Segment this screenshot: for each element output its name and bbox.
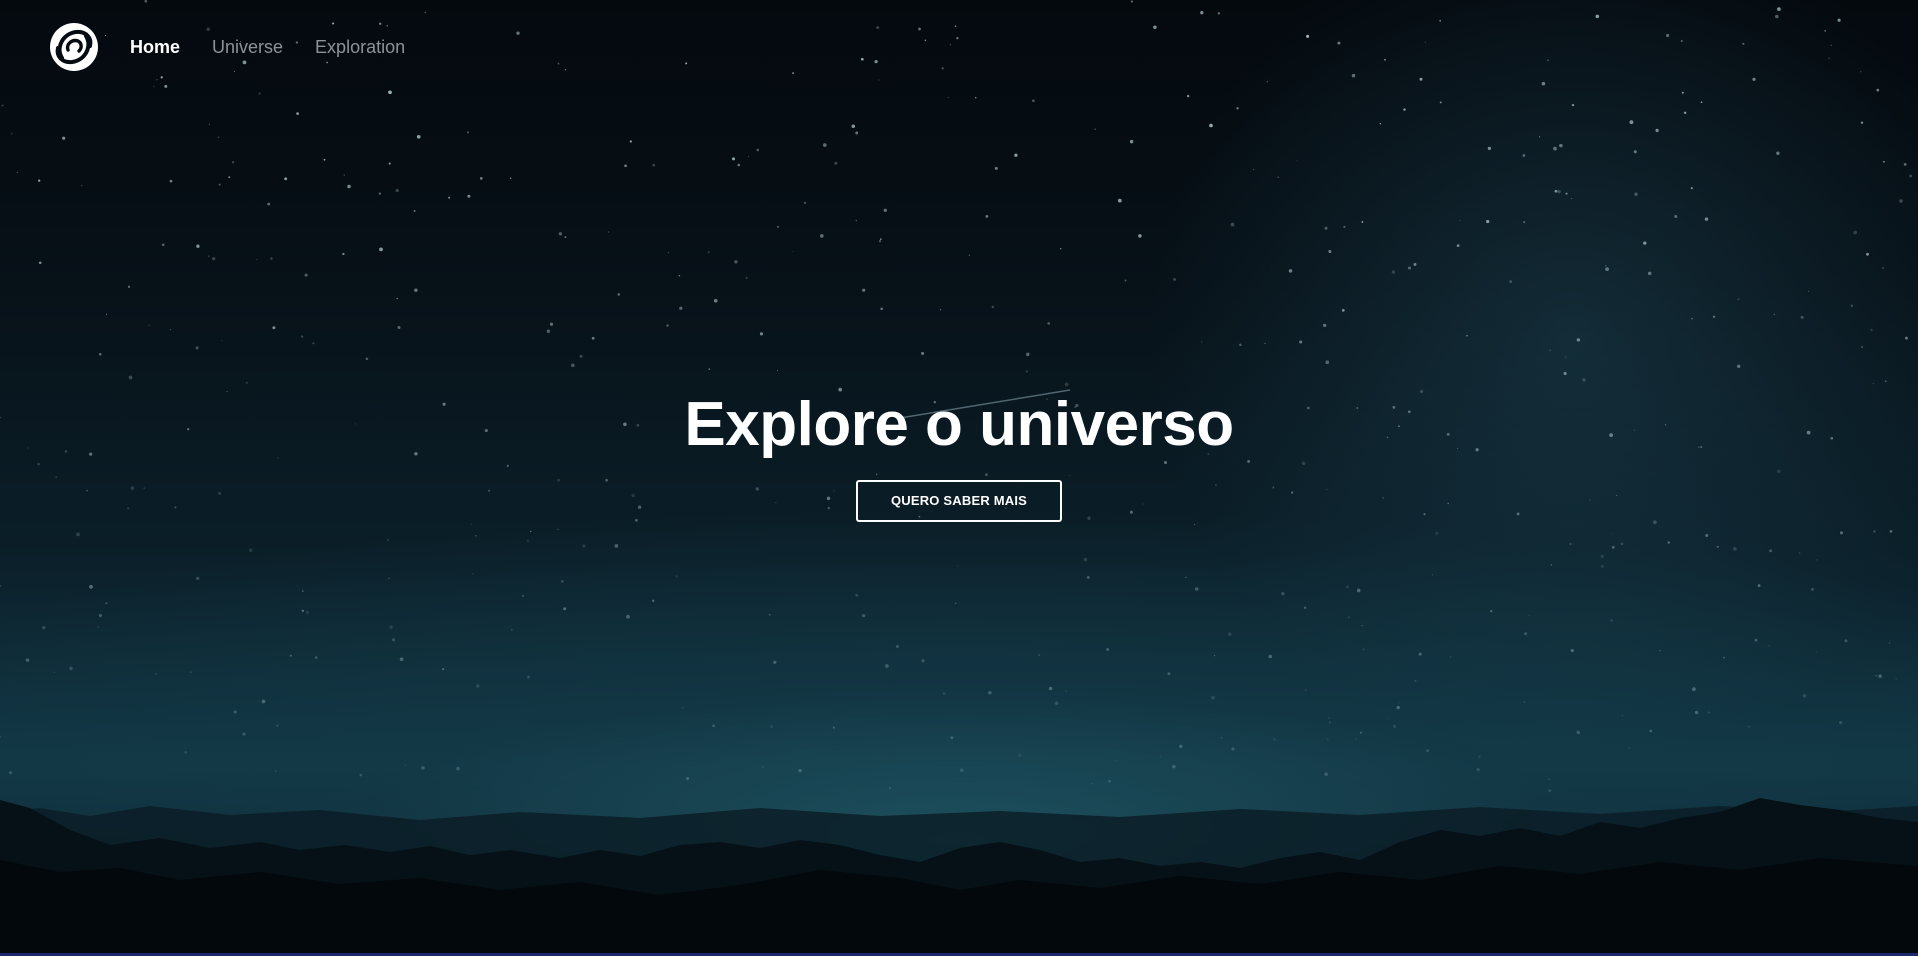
learn-more-button[interactable]: QUERO SABER MAIS — [856, 480, 1062, 522]
nav-link-exploration[interactable]: Exploration — [315, 37, 405, 58]
hero-page: Home Universe Exploration Explore o univ… — [0, 0, 1918, 956]
nav-link-universe[interactable]: Universe — [212, 37, 283, 58]
nav-link-home[interactable]: Home — [130, 37, 180, 58]
spiral-galaxy-icon — [50, 23, 98, 71]
hero-section: Explore o universo QUERO SABER MAIS — [0, 388, 1918, 522]
hero-title: Explore o universo — [684, 390, 1234, 459]
main-navigation: Home Universe Exploration — [48, 20, 437, 74]
logo-icon[interactable] — [48, 20, 100, 74]
